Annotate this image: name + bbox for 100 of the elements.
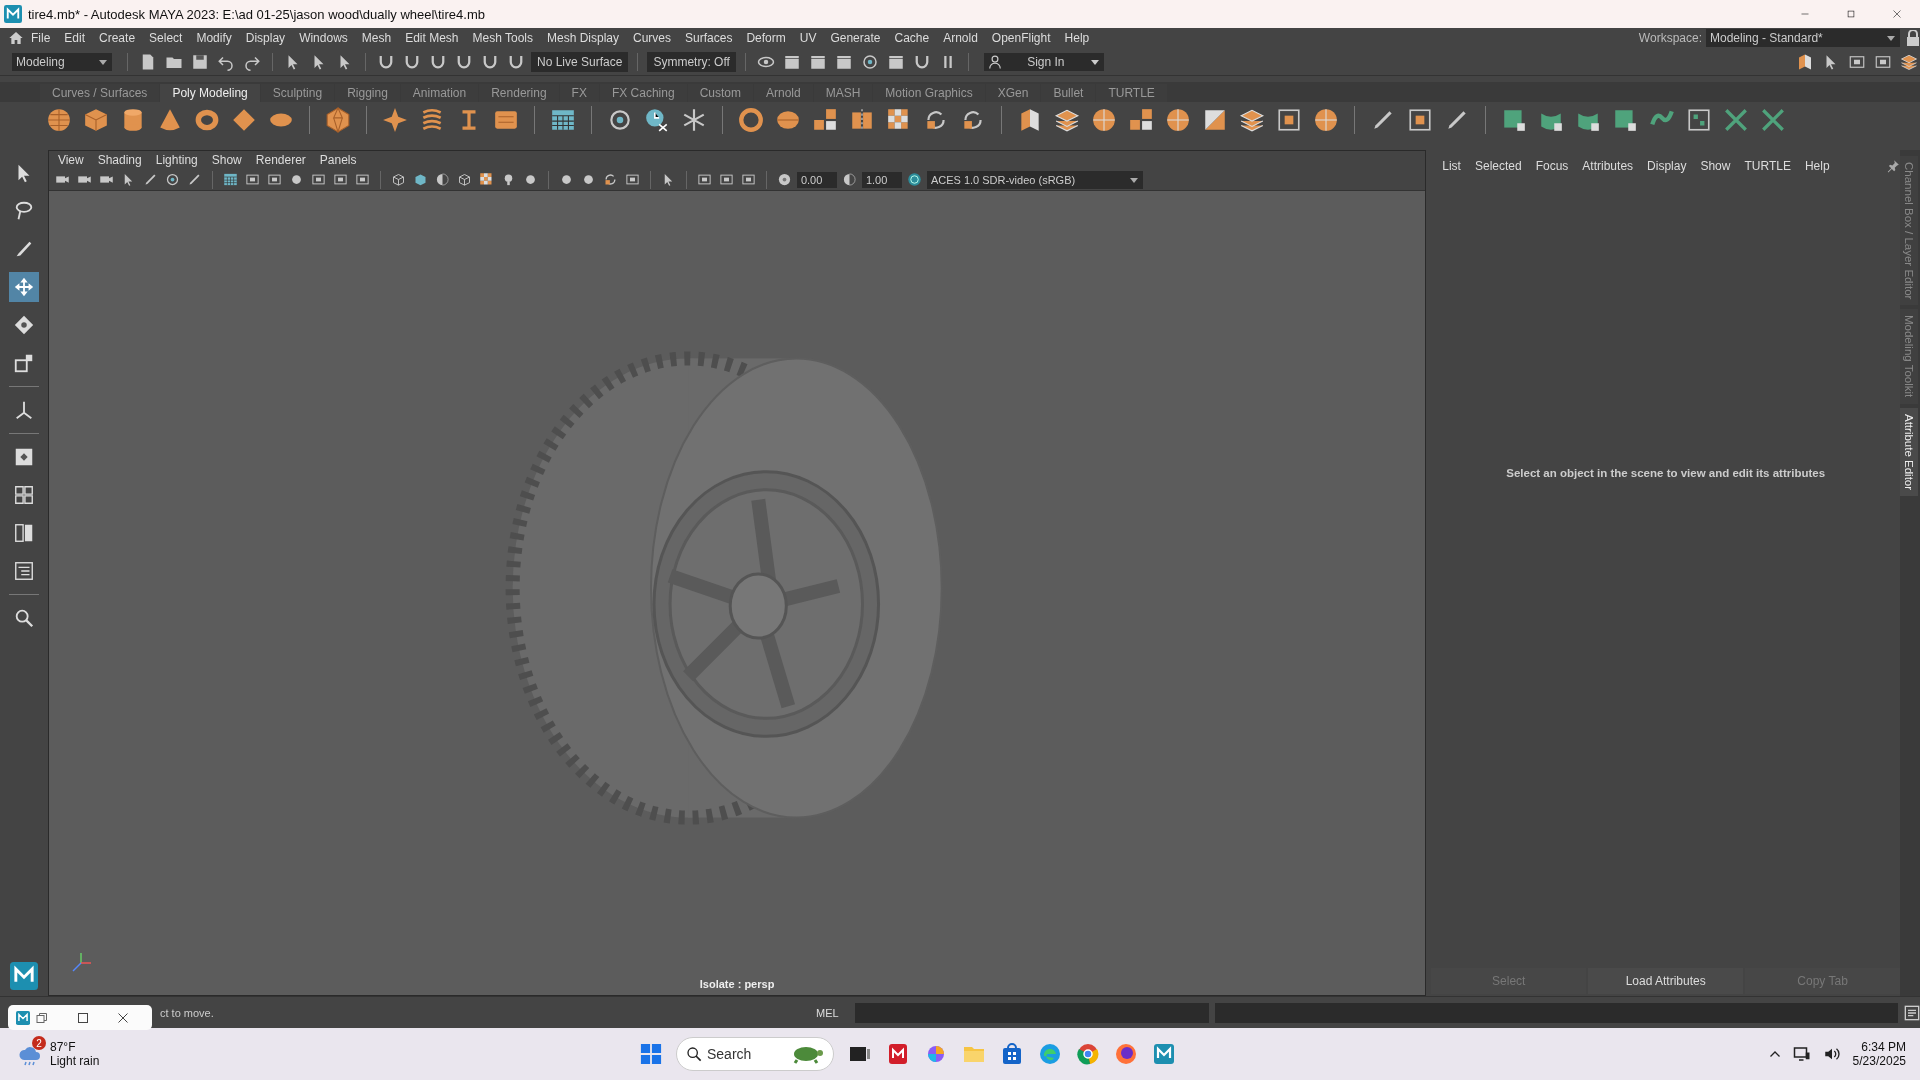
panel-icon[interactable]	[718, 172, 734, 187]
power-circle-icon[interactable]	[906, 172, 922, 187]
move-arrows-tool[interactable]	[8, 272, 39, 302]
frame-icon[interactable]	[1407, 107, 1433, 133]
checker-icon[interactable]	[1686, 107, 1712, 133]
table-icon[interactable]	[550, 107, 576, 133]
menu-item[interactable]: Help	[1057, 31, 1097, 45]
gamma-field[interactable]: 1.00	[861, 171, 902, 188]
frame-icon[interactable]	[1276, 107, 1302, 133]
close-icon[interactable]	[117, 1011, 130, 1024]
checker-icon[interactable]	[478, 172, 494, 187]
symmetry-field[interactable]: Symmetry: Off	[647, 51, 736, 72]
wire-cube-icon[interactable]	[390, 172, 406, 187]
blocks-icon[interactable]	[812, 107, 838, 133]
cone-icon[interactable]	[157, 107, 183, 133]
aperture-icon[interactable]	[776, 172, 792, 187]
contrast-icon[interactable]	[434, 172, 450, 187]
panel-icon[interactable]	[332, 172, 348, 187]
menu-item[interactable]: Edit Mesh	[398, 31, 466, 45]
layers-icon[interactable]	[1900, 52, 1918, 71]
menu-item[interactable]: Select	[142, 31, 190, 45]
table-icon[interactable]	[222, 172, 238, 187]
browser-icon[interactable]	[1076, 1042, 1100, 1066]
snowflake-icon[interactable]	[681, 107, 707, 133]
network-icon[interactable]	[1792, 1045, 1811, 1063]
layers-icon[interactable]	[1054, 107, 1080, 133]
menu-item[interactable]: Curves	[626, 31, 679, 45]
clock-time[interactable]: 6:34 PM	[1861, 1040, 1906, 1054]
menu-item[interactable]: Deform	[739, 31, 793, 45]
app-icon[interactable]	[886, 1042, 910, 1066]
side-tab[interactable]: Attribute Editor	[1900, 407, 1919, 496]
menu-item[interactable]: Display	[238, 31, 293, 45]
editor-menu[interactable]: Display	[1640, 159, 1694, 173]
exposure-field[interactable]: 0.00	[796, 171, 837, 188]
result-field[interactable]	[1214, 1002, 1898, 1023]
clock-icon[interactable]	[644, 107, 670, 133]
ring-icon[interactable]	[738, 107, 764, 133]
restore-icon[interactable]	[36, 1011, 48, 1024]
panel-icon[interactable]	[354, 172, 370, 187]
panel-icon[interactable]	[740, 172, 756, 187]
maya-logo-icon[interactable]	[9, 962, 38, 990]
menu-item[interactable]: OpenFlight	[984, 31, 1058, 45]
pencil-icon[interactable]	[186, 172, 202, 187]
panel-menu[interactable]: Lighting	[148, 153, 205, 167]
sign-in-dropdown[interactable]: Sign In	[983, 52, 1104, 71]
editor-menu[interactable]: Show	[1693, 159, 1738, 173]
workspace-dropdown[interactable]: Modeling - Standard*	[1706, 29, 1900, 47]
contrast-icon[interactable]	[841, 172, 857, 187]
command-field[interactable]	[854, 1002, 1209, 1023]
menu-item[interactable]: Mesh Tools	[465, 31, 540, 45]
editor-menu[interactable]: Focus	[1528, 159, 1576, 173]
windows-start-icon[interactable]	[640, 1043, 662, 1065]
target-icon[interactable]	[164, 172, 180, 187]
menu-item[interactable]: Cache	[887, 31, 937, 45]
cross-icon[interactable]	[1723, 107, 1749, 133]
panel-icon[interactable]	[310, 172, 326, 187]
torus-icon[interactable]	[194, 107, 220, 133]
lock-icon[interactable]	[1906, 30, 1920, 46]
menu-item[interactable]: UV	[792, 31, 824, 45]
star-icon[interactable]	[382, 107, 408, 133]
menu-item[interactable]: Mesh	[354, 31, 399, 45]
panel-menu[interactable]: Show	[204, 153, 249, 167]
editor-menu[interactable]: Attributes	[1575, 159, 1641, 173]
cube-icon[interactable]	[83, 107, 109, 133]
menu-item[interactable]: Create	[92, 31, 143, 45]
clock-date[interactable]: 5/23/2025	[1852, 1054, 1906, 1068]
editor-menu[interactable]: TURTLE	[1737, 159, 1798, 173]
menu-item[interactable]: Generate	[823, 31, 888, 45]
editor-menu[interactable]: List	[1435, 159, 1468, 173]
pin-icon[interactable]	[1886, 159, 1901, 173]
panel-menu[interactable]: Shading	[90, 153, 149, 167]
shelf-tab[interactable]: Poly Modeling	[160, 84, 260, 102]
menu-item[interactable]: Surfaces	[678, 31, 740, 45]
wire-cube-icon[interactable]	[456, 172, 472, 187]
panel-icon[interactable]	[266, 172, 282, 187]
target-icon[interactable]	[860, 52, 879, 71]
editor-menu[interactable]: Help	[1797, 159, 1837, 173]
blocks-icon[interactable]	[1128, 107, 1154, 133]
color-space-dropdown[interactable]: ACES 1.0 SDR-video (sRGB)	[926, 170, 1143, 189]
cross-icon[interactable]	[1760, 107, 1786, 133]
cube-icon[interactable]	[1612, 107, 1638, 133]
menu-item[interactable]: Modify	[189, 31, 239, 45]
wedge-icon[interactable]	[1202, 107, 1228, 133]
panel-icon[interactable]	[624, 172, 640, 187]
menu-item[interactable]: Mesh Display	[540, 31, 627, 45]
layers-icon[interactable]	[1239, 107, 1265, 133]
load-attributes-button[interactable]: Load Attributes	[1588, 968, 1744, 994]
pencil-icon[interactable]	[142, 172, 158, 187]
sphere-icon[interactable]	[46, 107, 72, 133]
menu-item[interactable]: Edit	[57, 31, 93, 45]
menu-item[interactable]: File	[24, 31, 58, 45]
cube-icon[interactable]	[1501, 107, 1527, 133]
search-field[interactable]: Search	[676, 1037, 834, 1071]
maximize-icon[interactable]	[76, 1011, 89, 1024]
panel-menu[interactable]: Renderer	[248, 153, 313, 167]
editor-menu[interactable]: Selected	[1467, 159, 1529, 173]
menu-item[interactable]: Arnold	[936, 31, 985, 45]
panel-icon[interactable]	[696, 172, 712, 187]
live-surface-field[interactable]: No Live Surface	[531, 51, 629, 72]
script-editor-icon[interactable]	[1904, 1004, 1920, 1021]
